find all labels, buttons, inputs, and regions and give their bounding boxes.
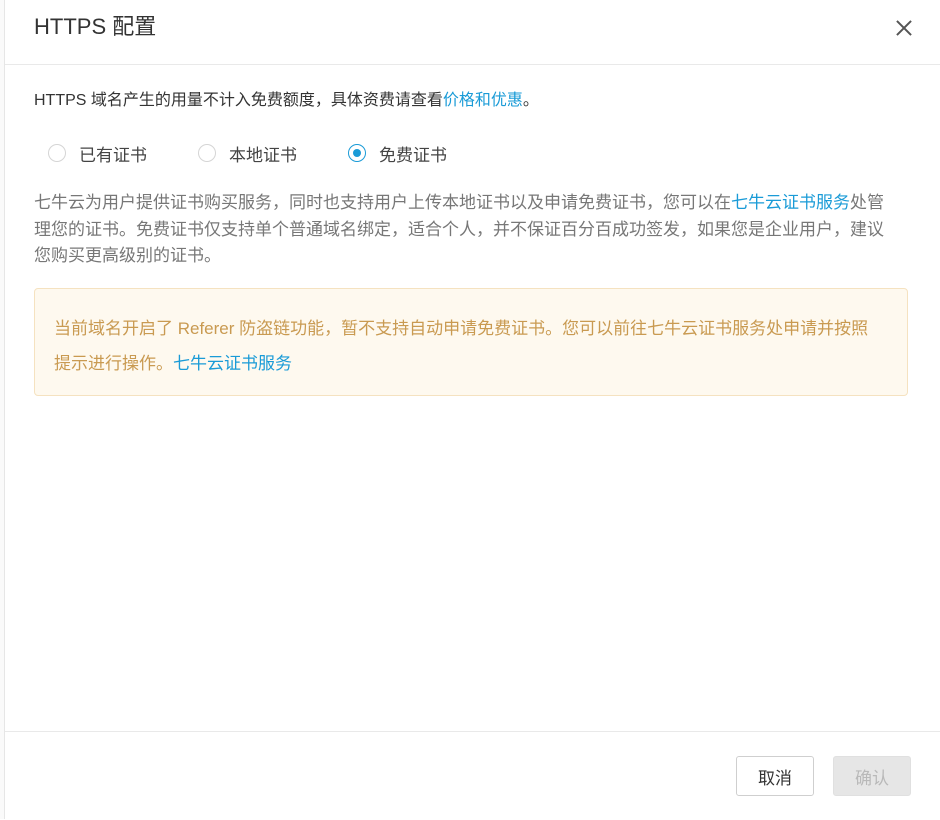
dialog-header: HTTPS 配置 bbox=[5, 0, 940, 65]
radio-label: 免费证书 bbox=[379, 145, 447, 165]
warning-text: 提示进行操作。 bbox=[54, 354, 173, 373]
cert-service-link[interactable]: 七牛云证书服务 bbox=[731, 193, 850, 212]
dialog-title: HTTPS 配置 bbox=[34, 14, 157, 39]
description-line: 理您的证书。免费证书仅支持单个普通域名绑定，适合个人，并不保证百分百成功签发，如… bbox=[34, 219, 884, 239]
pricing-notice-text: HTTPS 域名产生的用量不计入免费额度，具体资费请查看 bbox=[34, 92, 443, 109]
description-line: 您购买更高级别的证书。 bbox=[34, 246, 221, 265]
dialog-footer: 取消 确认 bbox=[5, 731, 940, 820]
radio-label: 已有证书 bbox=[79, 145, 147, 165]
radio-label: 本地证书 bbox=[229, 145, 297, 165]
radio-circle-icon[interactable] bbox=[198, 144, 216, 162]
close-icon[interactable] bbox=[892, 16, 916, 40]
description-text: 七牛云为用户提供证书购买服务，同时也支持用户上传本地证书以及申请免费证书，您可以… bbox=[34, 193, 731, 212]
pricing-link[interactable]: 价格和优惠 bbox=[443, 92, 523, 109]
description-line: 七牛云为用户提供证书购买服务，同时也支持用户上传本地证书以及申请免费证书，您可以… bbox=[34, 190, 914, 217]
radio-existing-cert[interactable]: 已有证书 bbox=[48, 141, 147, 165]
description-text: 处管 bbox=[850, 193, 884, 212]
pricing-notice-suffix: 。 bbox=[522, 92, 539, 109]
radio-circle-icon[interactable] bbox=[48, 144, 66, 162]
confirm-button[interactable]: 确认 bbox=[833, 756, 911, 796]
cancel-button[interactable]: 取消 bbox=[736, 756, 814, 796]
radio-free-cert[interactable]: 免费证书 bbox=[348, 141, 447, 165]
radio-local-cert[interactable]: 本地证书 bbox=[198, 141, 297, 165]
warning-cert-service-link[interactable]: 七牛云证书服务 bbox=[173, 354, 292, 373]
radio-checked-icon[interactable] bbox=[348, 144, 366, 162]
pricing-notice: HTTPS 域名产生的用量不计入免费额度，具体资费请查看价格和优惠。 bbox=[34, 90, 539, 112]
https-config-dialog: HTTPS 配置 HTTPS 域名产生的用量不计入免费额度，具体资费请查看价格和… bbox=[5, 0, 940, 819]
free-cert-description: 七牛云为用户提供证书购买服务，同时也支持用户上传本地证书以及申请免费证书，您可以… bbox=[34, 190, 914, 270]
warning-line: 提示进行操作。七牛云证书服务 bbox=[54, 346, 888, 381]
warning-line: 当前域名开启了 Referer 防盗链功能，暂不支持自动申请免费证书。您可以前往… bbox=[54, 319, 869, 338]
referer-warning-alert: 当前域名开启了 Referer 防盗链功能，暂不支持自动申请免费证书。您可以前往… bbox=[34, 288, 908, 396]
